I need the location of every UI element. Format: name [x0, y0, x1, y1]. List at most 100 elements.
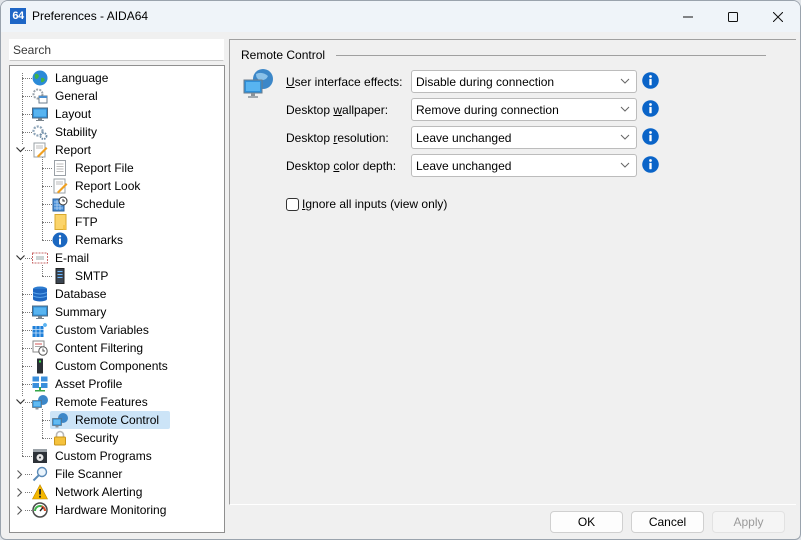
tree-item-database[interactable]: Database	[32, 285, 109, 303]
aida64-app-icon: 64	[10, 8, 26, 24]
grid-icon	[32, 322, 48, 338]
group-divider	[336, 55, 766, 56]
tower-icon	[32, 358, 48, 374]
tree-item-content-filtering[interactable]: Content Filtering	[32, 339, 146, 357]
filter-clock-icon	[32, 340, 48, 356]
ignore-inputs-checkbox[interactable]	[286, 197, 299, 211]
ui-effects-select[interactable]: Disable during connection	[411, 70, 637, 93]
minimize-icon	[683, 16, 693, 17]
close-button[interactable]	[755, 1, 800, 32]
gauge-icon	[32, 502, 48, 518]
tree-item-summary[interactable]: Summary	[32, 303, 109, 321]
tree-connector-line	[42, 222, 52, 223]
search-input[interactable]	[9, 39, 224, 61]
tree-item-stability[interactable]: Stability	[32, 123, 100, 141]
expand-chevron-icon[interactable]	[15, 487, 25, 497]
group-title: Remote Control	[241, 48, 332, 62]
expand-chevron-icon[interactable]	[15, 505, 25, 515]
tree-connector-line	[22, 312, 32, 313]
preferences-window: 64 Preferences - AIDA64 LanguageGeneralL…	[0, 0, 801, 540]
tree-item-label: Report	[55, 142, 92, 157]
tree-item-custom-components[interactable]: Custom Components	[32, 357, 171, 375]
ignore-inputs-checkbox-row[interactable]: Ignore all inputs (view only)	[286, 197, 447, 211]
monitor-icon	[32, 304, 48, 320]
tree-item-language[interactable]: Language	[32, 69, 111, 87]
title-bar: 64 Preferences - AIDA64	[1, 1, 800, 32]
database-icon	[32, 286, 48, 302]
tree-item-report-file[interactable]: Report File	[52, 159, 137, 177]
close-icon	[773, 11, 783, 22]
collapse-chevron-icon[interactable]	[15, 145, 25, 155]
tree-item-remote-control[interactable]: Remote Control	[52, 411, 162, 429]
maximize-button[interactable]	[710, 1, 756, 32]
tree-item-label: Summary	[55, 304, 107, 319]
preferences-tree[interactable]: Language General Layout Stability Report Repo…	[9, 65, 225, 533]
desktop-color-depth-select[interactable]: Leave unchanged	[411, 154, 637, 177]
tree-item-network-alerting[interactable]: Network Alerting	[32, 483, 145, 501]
report-pencil-icon	[32, 142, 48, 158]
desktop-color-depth-label: Desktop color depth:	[286, 159, 397, 173]
tree-item-layout[interactable]: Layout	[32, 105, 94, 123]
tree-connector-line	[42, 438, 52, 439]
tree-item-label: General	[55, 88, 98, 103]
tree-item-remote-features[interactable]: Remote Features	[32, 393, 151, 411]
select-value: Disable during connection	[416, 74, 555, 89]
report-pencil-icon	[52, 178, 68, 194]
tree-item-remarks[interactable]: Remarks	[52, 231, 126, 249]
expand-chevron-icon[interactable]	[15, 469, 25, 479]
tree-item-report-look[interactable]: Report Look	[52, 177, 143, 195]
minimize-button[interactable]	[665, 1, 711, 32]
tree-item-label: Stability	[55, 124, 98, 139]
info-icon[interactable]	[642, 100, 659, 117]
tree-item-custom-programs[interactable]: Custom Programs	[32, 447, 155, 465]
tree-connector-line	[22, 348, 32, 349]
tree-item-label: Remote Control	[75, 412, 160, 427]
info-icon[interactable]	[642, 72, 659, 89]
info-icon	[52, 232, 68, 248]
apply-button[interactable]: Apply	[712, 511, 785, 533]
cancel-button[interactable]: Cancel	[631, 511, 704, 533]
ok-button[interactable]: OK	[550, 511, 623, 533]
desktop-wallpaper-select[interactable]: Remove during connection	[411, 98, 637, 121]
chevron-down-icon	[620, 74, 630, 91]
select-value: Leave unchanged	[416, 130, 512, 145]
tree-item-general[interactable]: General	[32, 87, 101, 105]
tree-item-file-scanner[interactable]: File Scanner	[32, 465, 125, 483]
collapse-chevron-icon[interactable]	[15, 397, 25, 407]
tree-item-hardware-monitoring[interactable]: Hardware Monitoring	[32, 501, 169, 519]
tree-item-label: Custom Programs	[55, 448, 152, 463]
tree-item-label: Content Filtering	[55, 340, 144, 355]
tree-item-custom-variables[interactable]: Custom Variables	[32, 321, 152, 339]
desktop-resolution-select[interactable]: Leave unchanged	[411, 126, 637, 149]
monitor-icon	[32, 106, 48, 122]
collapse-chevron-icon[interactable]	[15, 253, 25, 263]
tree-item-e-mail[interactable]: E-mail	[32, 249, 92, 267]
tree-connector-line	[22, 366, 32, 367]
tree-connector-line	[42, 157, 43, 240]
tree-item-schedule[interactable]: Schedule	[52, 195, 128, 213]
ui-effects-label: User interface effects:	[286, 75, 403, 89]
tree-item-label: Custom Components	[55, 358, 168, 373]
gear-window-icon	[32, 88, 48, 104]
tree-item-label: Report File	[75, 160, 134, 175]
tree-item-label: Hardware Monitoring	[55, 502, 167, 517]
tree-item-label: Language	[55, 70, 109, 85]
tree-item-label: Remarks	[75, 232, 124, 247]
tree-item-ftp[interactable]: FTP	[52, 213, 101, 231]
tree-item-label: Layout	[55, 106, 92, 121]
globe-icon	[32, 70, 48, 86]
server-icon	[52, 268, 68, 284]
info-icon[interactable]	[642, 156, 659, 173]
tree-item-asset-profile[interactable]: Asset Profile	[32, 375, 125, 393]
tree-item-label: Remote Features	[55, 394, 148, 409]
tree-item-report[interactable]: Report	[32, 141, 94, 159]
tree-connector-line	[22, 132, 32, 133]
tree-item-smtp[interactable]: SMTP	[52, 267, 111, 285]
envelope-icon	[32, 250, 48, 266]
info-icon[interactable]	[642, 128, 659, 145]
tree-item-security[interactable]: Security	[52, 429, 121, 447]
tree-connector-line	[42, 186, 52, 187]
tree-connector-line	[22, 96, 32, 97]
desktop-wallpaper-label: Desktop wallpaper:	[286, 103, 389, 117]
tree-connector-line	[22, 114, 32, 115]
